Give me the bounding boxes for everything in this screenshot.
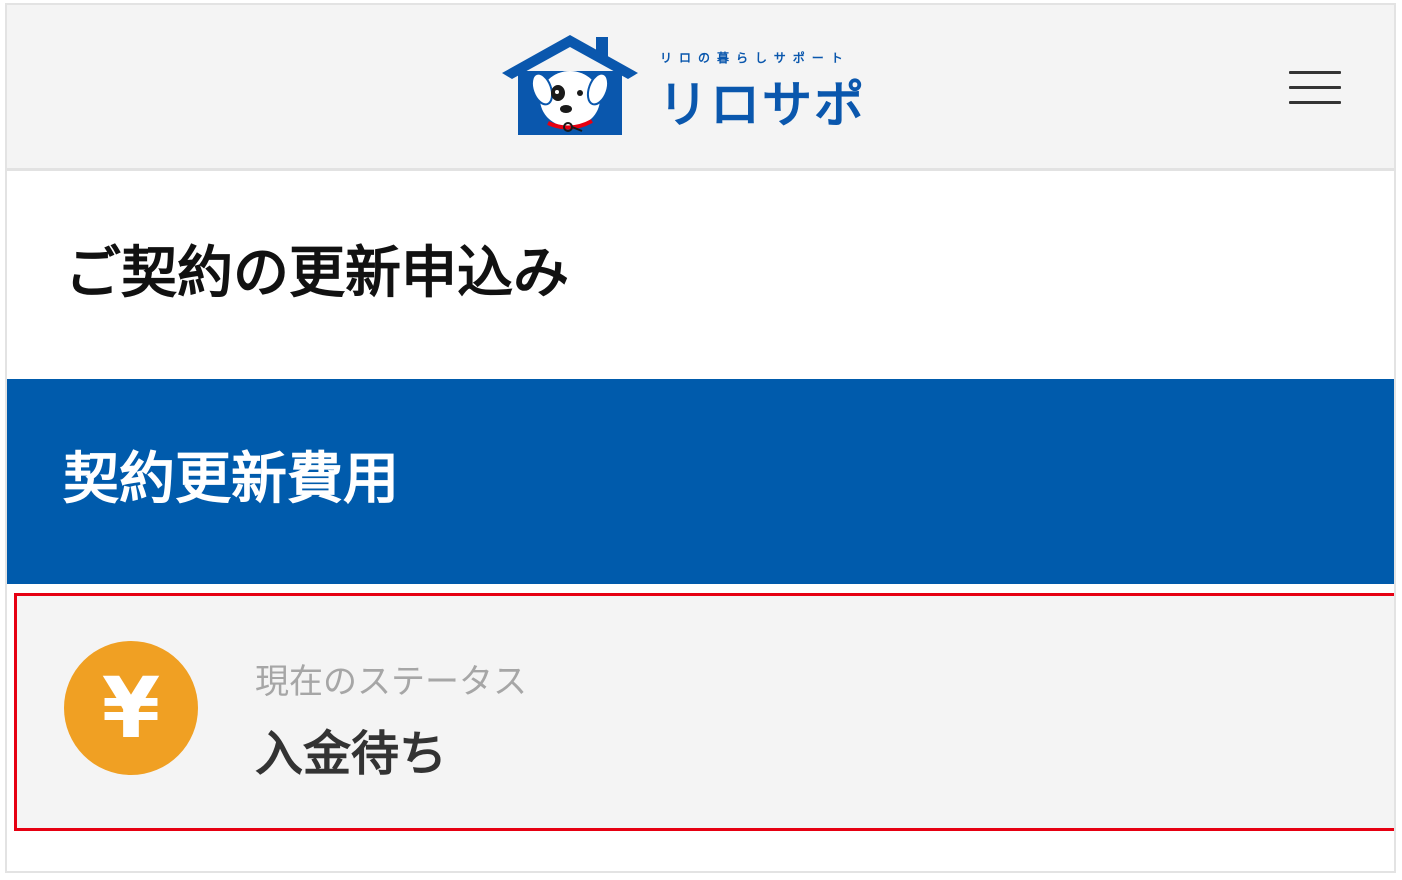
logo-tagline: リロの暮らしサポート (660, 51, 850, 65)
yen-icon: ¥ (64, 641, 198, 775)
logo-name: リロサポ (658, 76, 866, 134)
page-title: ご契約の更新申込み (65, 241, 569, 306)
menu-line (1289, 86, 1341, 89)
app-frame: リロの暮らしサポート リロサポ ご契約の更新申込み 契約更新費用 ¥ 現在のステ… (5, 3, 1396, 873)
status-label: 現在のステータス (255, 662, 527, 702)
status-value: 入金待ち (255, 726, 448, 782)
dog-house-logo-icon (502, 35, 638, 135)
hamburger-menu-icon[interactable] (1285, 65, 1345, 109)
site-header: リロの暮らしサポート リロサポ (7, 5, 1394, 171)
menu-line (1289, 71, 1341, 74)
section-header: 契約更新費用 (7, 379, 1394, 584)
section-title: 契約更新費用 (63, 447, 399, 512)
menu-line (1289, 101, 1341, 104)
site-logo[interactable]: リロの暮らしサポート リロサポ (500, 33, 880, 143)
status-card: ¥ 現在のステータス 入金待ち (14, 593, 1394, 831)
